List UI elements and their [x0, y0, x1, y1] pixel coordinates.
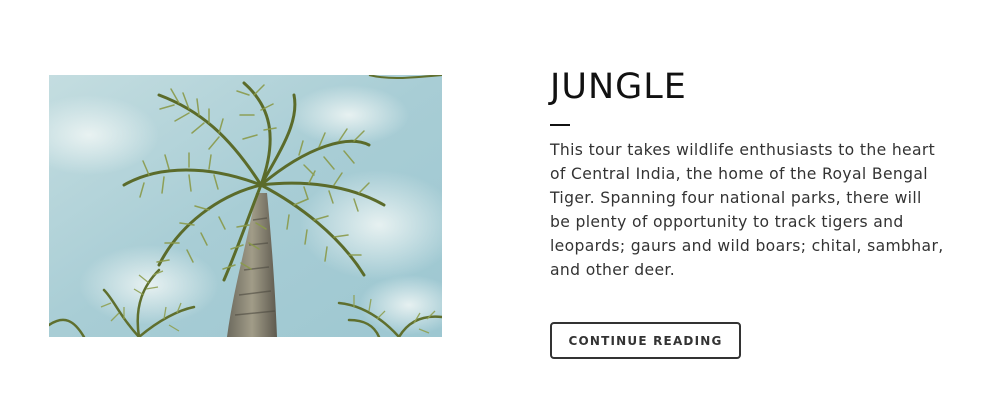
post-content: JUNGLE This tour takes wildlife enthusia…: [550, 66, 950, 282]
post-card: JUNGLE This tour takes wildlife enthusia…: [0, 0, 992, 411]
continue-reading-button[interactable]: CONTINUE READING: [550, 322, 741, 359]
title-divider: [550, 124, 570, 126]
post-image[interactable]: [49, 75, 442, 337]
palm-tree-photo: [49, 75, 442, 337]
post-title[interactable]: JUNGLE: [550, 66, 950, 108]
post-excerpt: This tour takes wildlife enthusiasts to …: [550, 141, 944, 279]
